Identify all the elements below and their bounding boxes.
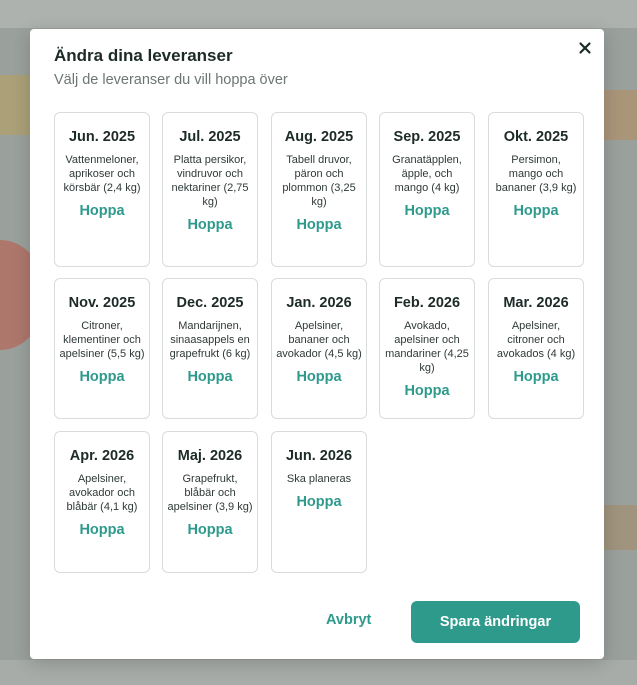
delivery-contents: Granatäpplen, äpple, och mango (4 kg) [392,154,462,194]
delivery-contents: Grapefrukt, blåbär och apelsiner (3,9 kg… [167,473,253,513]
delivery-contents: Citroner, klementiner och apelsiner (5,5… [59,320,145,360]
delivery-month: Apr. 2026 [69,448,135,464]
delivery-month: Maj. 2026 [177,448,243,464]
delivery-month: Mar. 2026 [503,295,569,311]
skip-button[interactable]: Hoppa [167,522,253,538]
skip-button[interactable]: Hoppa [276,217,362,233]
dialog-subtitle: Välj de leveranser du vill hoppa över [54,72,288,88]
delivery-contents: Avokado, apelsiner och mandariner (4,25 … [385,320,469,374]
skip-button[interactable]: Hoppa [493,369,579,385]
delivery-contents: Apelsiner, citroner och avokados (4 kg) [496,320,576,360]
cancel-button[interactable]: Avbryt [326,612,371,628]
skip-button[interactable]: Hoppa [59,369,145,385]
delivery-card: Aug. 2025 Tabell druvor, päron och plomm… [271,112,367,267]
delivery-month: Sep. 2025 [393,129,461,145]
close-button[interactable] [575,38,595,58]
delivery-card: Sep. 2025 Granatäpplen, äpple, och mango… [379,112,475,267]
skip-button[interactable]: Hoppa [276,494,362,510]
delivery-contents: Platta persikor, vindruvor och nektarine… [171,154,249,208]
delivery-card: Jun. 2025 Vattenmeloner, aprikoser och k… [54,112,150,267]
delivery-card: Feb. 2026 Avokado, apelsiner och mandari… [379,278,475,419]
delivery-month: Jan. 2026 [286,295,352,311]
delivery-card: Jul. 2025 Platta persikor, vindruvor och… [162,112,258,267]
delivery-month: Jun. 2026 [285,448,353,464]
delivery-card: Jan. 2026 Apelsiner, bananer och avokado… [271,278,367,419]
delivery-month: Jun. 2025 [68,129,136,145]
delivery-contents: Tabell druvor, päron och plommon (3,25 k… [282,154,356,208]
skip-button[interactable]: Hoppa [493,203,579,219]
skip-button[interactable]: Hoppa [167,369,253,385]
edit-deliveries-dialog: Ändra dina leveranser Välj de leveranser… [30,29,604,659]
delivery-month: Aug. 2025 [284,129,354,145]
background-image [0,75,30,135]
delivery-contents: Apelsiner, avokador och blåbär (4,1 kg) [66,473,138,513]
delivery-card: Apr. 2026 Apelsiner, avokador och blåbär… [54,431,150,573]
close-icon [579,42,591,54]
delivery-contents: Mandarijnen, sinaasappels en grapefrukt … [169,320,251,360]
delivery-month: Okt. 2025 [503,129,569,145]
background-header [0,0,637,28]
delivery-card: Maj. 2026 Grapefrukt, blåbär och apelsin… [162,431,258,573]
skip-button[interactable]: Hoppa [276,369,362,385]
delivery-month: Dec. 2025 [176,295,244,311]
skip-button[interactable]: Hoppa [384,203,470,219]
dialog-title: Ändra dina leveranser [54,46,233,65]
delivery-card: Jun. 2026 Ska planeras Hoppa [271,431,367,573]
delivery-month: Feb. 2026 [393,295,461,311]
delivery-card: Mar. 2026 Apelsiner, citroner och avokad… [488,278,584,419]
delivery-contents: Ska planeras [286,473,352,485]
delivery-contents: Persimon, mango och bananer (3,9 kg) [495,154,577,194]
delivery-month: Jul. 2025 [179,129,241,145]
delivery-card: Dec. 2025 Mandarijnen, sinaasappels en g… [162,278,258,419]
delivery-contents: Apelsiner, bananer och avokador (4,5 kg) [276,320,362,360]
skip-button[interactable]: Hoppa [59,203,145,219]
skip-button[interactable]: Hoppa [384,383,470,399]
background-image [600,505,637,550]
background-image [604,90,637,140]
skip-button[interactable]: Hoppa [59,522,145,538]
skip-button[interactable]: Hoppa [167,217,253,233]
background-footer [0,660,637,685]
delivery-contents: Vattenmeloner, aprikoser och körsbär (2,… [63,154,141,194]
save-changes-button[interactable]: Spara ändringar [411,601,580,643]
delivery-card: Nov. 2025 Citroner, klementiner och apel… [54,278,150,419]
delivery-month: Nov. 2025 [68,295,136,311]
delivery-card: Okt. 2025 Persimon, mango och bananer (3… [488,112,584,267]
